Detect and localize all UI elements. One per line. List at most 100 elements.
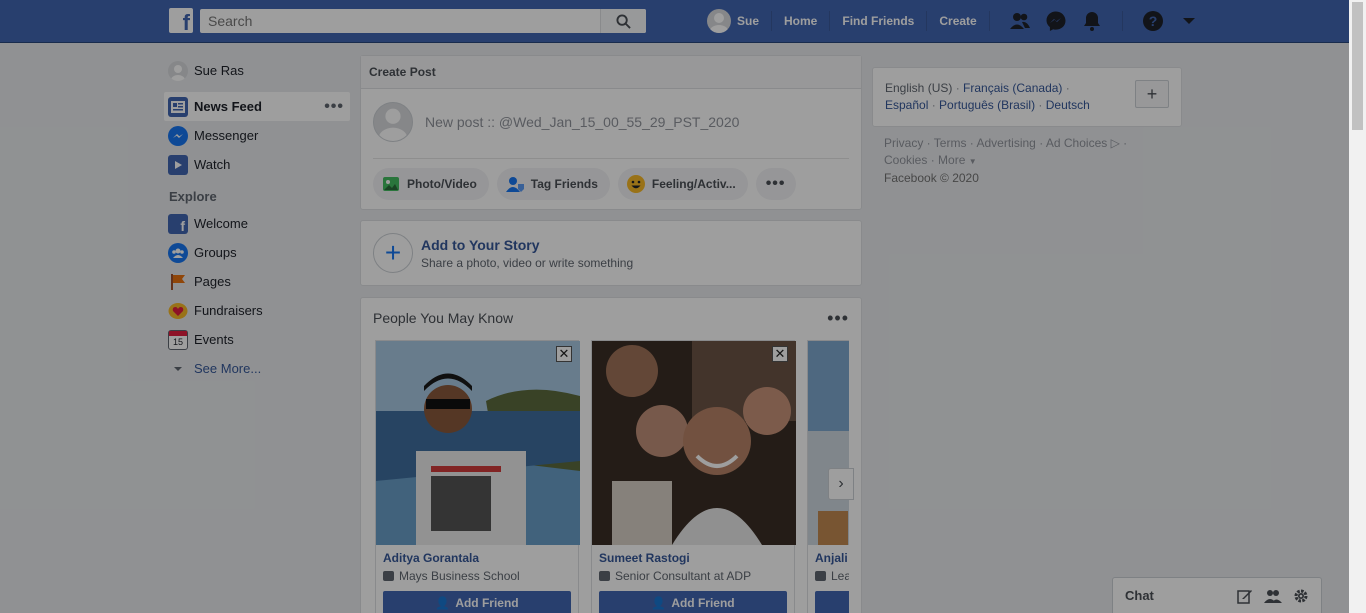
language-link[interactable]: Deutsch xyxy=(1046,98,1090,112)
language-selector-card: English (US) · Français (Canada) · Españ… xyxy=(872,67,1182,127)
photo-video-label: Photo/Video xyxy=(407,177,477,191)
person-info-text: Mays Business School xyxy=(399,569,520,583)
groups-icon xyxy=(168,242,188,263)
caret-down-icon: ▼ xyxy=(968,157,977,166)
more-options-button[interactable]: ••• xyxy=(755,168,796,200)
tag-friends-icon xyxy=(505,174,525,194)
chat-bar[interactable]: Chat xyxy=(1112,577,1322,613)
person-card: ✕ Sumeet Rastogi Senior Consultant at AD… xyxy=(591,340,796,613)
person-name[interactable]: Anjali xyxy=(815,551,849,565)
account-menu-caret-icon[interactable] xyxy=(1177,9,1201,33)
person-card: ✕ Aditya Gorantala Mays Business School … xyxy=(375,340,580,613)
carousel-next-button[interactable]: › xyxy=(828,468,854,500)
help-question-icon[interactable]: ? xyxy=(1141,9,1165,33)
sidebar-item-groups[interactable]: Groups xyxy=(164,238,350,267)
person-info: Senior Consultant at ADP xyxy=(599,569,794,583)
sidebar-item-events[interactable]: 15 Events xyxy=(164,325,350,354)
tag-friends-button[interactable]: Tag Friends xyxy=(496,168,610,200)
composer-text[interactable]: New post :: @Wed_Jan_15_00_55_29_PST_202… xyxy=(425,114,739,130)
pymk-carousel: ✕ Aditya Gorantala Mays Business School … xyxy=(375,340,849,613)
footer-link-privacy[interactable]: Privacy xyxy=(884,136,923,150)
search-button[interactable] xyxy=(600,9,646,33)
chevron-right-icon: › xyxy=(838,475,844,492)
facebook-icon: f xyxy=(168,213,188,234)
sidebar-item-news-feed[interactable]: News Feed ••• xyxy=(164,92,350,121)
language-link[interactable]: Português (Brasil) xyxy=(939,98,1035,112)
friend-requests-icon[interactable] xyxy=(1008,9,1032,33)
messenger-icon[interactable] xyxy=(1044,9,1068,33)
person-name[interactable]: Sumeet Rastogi xyxy=(599,551,794,565)
create-post-card: Create Post New post :: @Wed_Jan_15_00_5… xyxy=(360,55,862,210)
add-friend-icon: 👤 xyxy=(435,596,451,610)
footer-link-more[interactable]: More xyxy=(938,153,965,167)
chat-label: Chat xyxy=(1125,588,1154,603)
footer-link-cookies[interactable]: Cookies xyxy=(884,153,927,167)
sidebar-item-label: Groups xyxy=(194,245,237,260)
create-post-composer[interactable]: New post :: @Wed_Jan_15_00_55_29_PST_202… xyxy=(361,89,861,154)
sidebar-profile[interactable]: Sue Ras xyxy=(164,56,350,85)
create-link[interactable]: Create xyxy=(939,14,976,28)
add-friend-button[interactable]: 👤 Add Friend xyxy=(383,591,571,613)
plus-icon: + xyxy=(373,233,413,273)
sidebar-item-label: Fundraisers xyxy=(194,303,263,318)
add-friend-button[interactable] xyxy=(815,591,849,613)
create-group-icon[interactable] xyxy=(1263,586,1283,606)
avatar xyxy=(373,101,413,142)
svg-text:?: ? xyxy=(1148,13,1157,29)
sidebar-item-watch[interactable]: Watch xyxy=(164,150,350,179)
person-photo[interactable]: ✕ xyxy=(376,341,580,545)
sidebar-item-welcome[interactable]: f Welcome xyxy=(164,209,350,238)
add-friend-label: Add Friend xyxy=(455,596,519,610)
close-icon[interactable]: ✕ xyxy=(772,346,788,362)
divider xyxy=(771,11,773,31)
sidebar-item-fundraisers[interactable]: Fundraisers xyxy=(164,296,350,325)
briefcase-icon xyxy=(599,571,610,581)
person-info-text: Senior Consultant at ADP xyxy=(615,569,752,583)
story-title[interactable]: Add to Your Story xyxy=(421,237,633,253)
profile-name: Sue xyxy=(737,14,760,28)
language-link[interactable]: Français (Canada) xyxy=(963,81,1062,95)
profile-link[interactable]: Sue xyxy=(707,9,759,33)
find-friends-link[interactable]: Find Friends xyxy=(842,14,914,28)
gear-icon[interactable] xyxy=(1291,586,1311,606)
add-friend-button[interactable]: 👤 Add Friend xyxy=(599,591,787,613)
vertical-scrollbar[interactable] xyxy=(1349,0,1366,613)
footer-link-ad-choices[interactable]: Ad Choices xyxy=(1046,136,1107,150)
avatar xyxy=(168,60,188,81)
sidebar-item-pages[interactable]: Pages xyxy=(164,267,350,296)
news-feed-icon xyxy=(168,96,188,117)
search-box xyxy=(200,9,646,33)
create-post-actions: Photo/Video Tag Friends Feeling/Activ...… xyxy=(361,159,861,209)
more-options-icon[interactable]: ••• xyxy=(827,308,849,329)
language-link[interactable]: Español xyxy=(885,98,928,112)
search-input[interactable] xyxy=(200,9,600,33)
top-nav: Sue Home Find Friends Create ? xyxy=(707,0,1207,42)
new-message-icon[interactable] xyxy=(1235,586,1255,606)
copyright: Facebook © 2020 xyxy=(884,171,979,185)
facebook-logo[interactable]: f xyxy=(169,8,193,33)
footer-link-terms[interactable]: Terms xyxy=(934,136,967,150)
feeling-activity-button[interactable]: Feeling/Activ... xyxy=(617,168,748,200)
feeling-activity-label: Feeling/Activ... xyxy=(651,177,736,191)
notifications-bell-icon[interactable] xyxy=(1080,9,1104,33)
ad-choices-icon: ▷ xyxy=(1110,136,1120,150)
add-story-card[interactable]: + Add to Your Story Share a photo, video… xyxy=(360,220,862,286)
story-text: Add to Your Story Share a photo, video o… xyxy=(421,237,633,270)
person-info: Lea xyxy=(815,569,849,583)
footer-link-advertising[interactable]: Advertising xyxy=(976,136,1035,150)
person-photo[interactable] xyxy=(808,341,849,545)
briefcase-icon xyxy=(815,571,826,581)
scrollbar-thumb[interactable] xyxy=(1352,2,1363,130)
sidebar-item-label: Events xyxy=(194,332,234,347)
close-icon[interactable]: ✕ xyxy=(556,346,572,362)
add-language-button[interactable]: + xyxy=(1135,80,1169,108)
person-name[interactable]: Aditya Gorantala xyxy=(383,551,578,565)
more-options-icon[interactable]: ••• xyxy=(324,98,344,116)
pymk-header: People You May Know ••• xyxy=(361,298,861,338)
sidebar-item-messenger[interactable]: Messenger xyxy=(164,121,350,150)
photo-video-button[interactable]: Photo/Video xyxy=(373,168,489,200)
sidebar-see-more[interactable]: See More... xyxy=(164,354,350,383)
person-photo[interactable]: ✕ xyxy=(592,341,796,545)
divider xyxy=(1121,11,1123,31)
home-link[interactable]: Home xyxy=(784,14,817,28)
